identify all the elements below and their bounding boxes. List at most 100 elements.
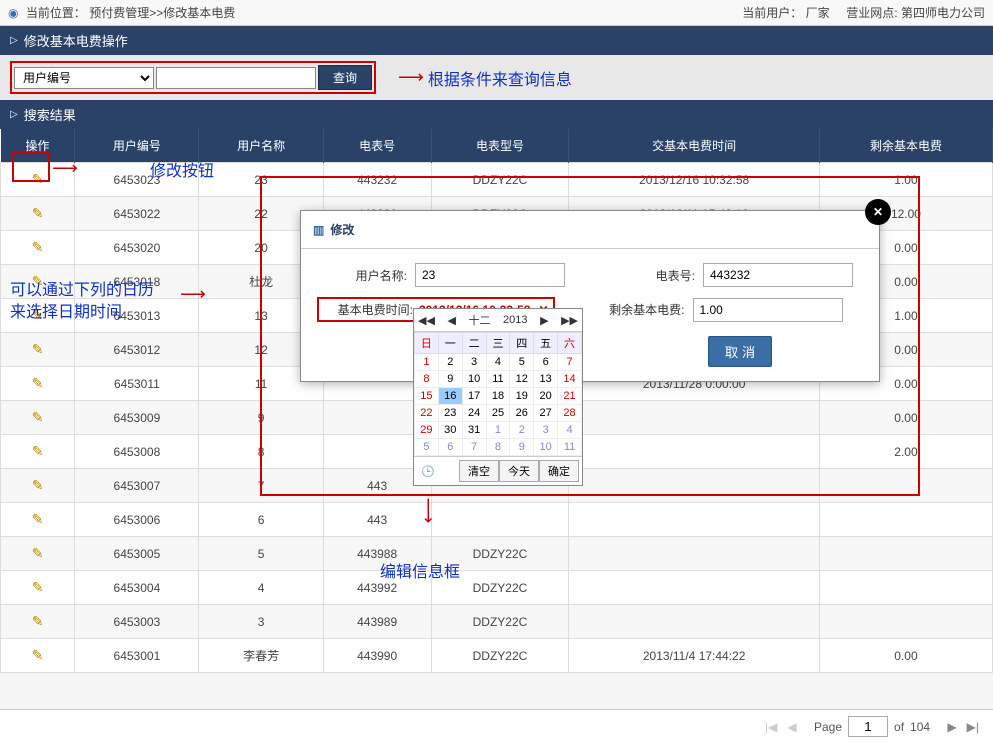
calendar-day[interactable]: 30 <box>438 422 462 439</box>
calendar-day[interactable]: 8 <box>415 371 439 388</box>
calendar-day[interactable]: 13 <box>534 371 558 388</box>
calendar-day[interactable]: 3 <box>534 422 558 439</box>
calendar-day[interactable]: 15 <box>415 388 439 405</box>
search-input[interactable] <box>156 67 316 89</box>
calendar-day[interactable]: 7 <box>558 354 582 371</box>
username-input[interactable] <box>415 263 565 287</box>
weekday-header: 五 <box>534 333 558 354</box>
column-header: 操作 <box>1 129 75 163</box>
calendar-day[interactable]: 2 <box>438 354 462 371</box>
edit-icon[interactable]: ✎ <box>32 545 44 561</box>
calendar-day[interactable]: 31 <box>462 422 486 439</box>
calendar-day[interactable]: 19 <box>510 388 534 405</box>
calendar-day[interactable]: 6 <box>534 354 558 371</box>
cancel-button[interactable]: 取 消 <box>708 336 772 367</box>
query-hint-annotation: 根据条件来查询信息 <box>428 66 572 90</box>
query-button[interactable]: 查询 <box>318 65 372 90</box>
page-input[interactable] <box>848 716 888 737</box>
calendar-day[interactable]: 11 <box>486 371 510 388</box>
calendar-day[interactable]: 7 <box>462 439 486 456</box>
calendar-month[interactable]: 十二 <box>468 312 490 328</box>
calendar-day[interactable]: 23 <box>438 405 462 422</box>
results-panel-title: 搜索结果 <box>24 105 76 124</box>
calendar-clear-button[interactable]: 清空 <box>459 460 499 482</box>
next-page-button[interactable]: ▶ <box>945 720 958 734</box>
edit-icon[interactable]: ✎ <box>32 443 44 459</box>
cell-meter: 443990 <box>323 639 431 673</box>
prev-year-button[interactable]: ◀◀ <box>418 314 435 327</box>
calendar-year[interactable]: 2013 <box>503 314 527 326</box>
edit-icon[interactable]: ✎ <box>32 409 44 425</box>
collapse-icon[interactable]: ▷ <box>10 35 18 46</box>
calendar-day[interactable]: 20 <box>534 388 558 405</box>
calendar-day[interactable]: 5 <box>510 354 534 371</box>
edit-icon[interactable]: ✎ <box>32 375 44 391</box>
calendar-day[interactable]: 9 <box>510 439 534 456</box>
calendar-day[interactable]: 27 <box>534 405 558 422</box>
next-year-button[interactable]: ▶▶ <box>561 314 578 327</box>
cell-bal <box>819 503 992 537</box>
calendar-day[interactable]: 8 <box>486 439 510 456</box>
calendar-today-button[interactable]: 今天 <box>499 460 539 482</box>
calendar-day[interactable]: 26 <box>510 405 534 422</box>
first-page-button[interactable]: |◀ <box>763 720 779 734</box>
cell-bal: 0.00 <box>819 639 992 673</box>
calendar-day[interactable]: 18 <box>486 388 510 405</box>
cell-time <box>569 571 820 605</box>
calendar-day[interactable]: 25 <box>486 405 510 422</box>
edit-icon[interactable]: ✎ <box>32 273 44 289</box>
calendar-day[interactable]: 3 <box>462 354 486 371</box>
column-header: 交基本电费时间 <box>569 129 820 163</box>
next-month-button[interactable]: ▶ <box>540 314 548 327</box>
calendar-day[interactable]: 2 <box>510 422 534 439</box>
calendar-day[interactable]: 16 <box>438 388 462 405</box>
top-bar: ◉ 当前位置： 预付费管理>>修改基本电费 当前用户： 厂家 营业网点: 第四师… <box>0 0 993 26</box>
calendar-day[interactable]: 12 <box>510 371 534 388</box>
edit-icon[interactable]: ✎ <box>32 205 44 221</box>
edit-icon[interactable]: ✎ <box>32 171 44 187</box>
calendar-day[interactable]: 6 <box>438 439 462 456</box>
clock-icon[interactable]: 🕒 <box>421 465 435 478</box>
edit-icon[interactable]: ✎ <box>32 613 44 629</box>
book-icon: ▥ <box>313 223 324 237</box>
calendar-day[interactable]: 28 <box>558 405 582 422</box>
arrow-icon: ⟶ <box>398 67 424 88</box>
edit-icon[interactable]: ✎ <box>32 307 44 323</box>
prev-page-button[interactable]: ◀ <box>785 720 798 734</box>
prev-month-button[interactable]: ◀ <box>447 314 455 327</box>
weekday-header: 二 <box>462 333 486 354</box>
edit-icon[interactable]: ✎ <box>32 511 44 527</box>
calendar-day[interactable]: 1 <box>415 354 439 371</box>
calendar-day[interactable]: 29 <box>415 422 439 439</box>
meter-label: 电表号: <box>605 267 695 284</box>
calendar-day[interactable]: 4 <box>486 354 510 371</box>
calendar-day[interactable]: 4 <box>558 422 582 439</box>
cell-name: 5 <box>199 537 323 571</box>
calendar-day[interactable]: 5 <box>415 439 439 456</box>
calendar-day[interactable]: 10 <box>462 371 486 388</box>
balance-input[interactable] <box>693 298 843 322</box>
of-label: of <box>894 720 904 734</box>
calendar-day[interactable]: 10 <box>534 439 558 456</box>
table-row: ✎645302323443232DDZY22C2013/12/16 10:32:… <box>1 163 993 197</box>
edit-icon[interactable]: ✎ <box>32 477 44 493</box>
search-field-select[interactable]: 用户编号 <box>14 67 154 89</box>
edit-icon[interactable]: ✎ <box>32 647 44 663</box>
calendar-day[interactable]: 17 <box>462 388 486 405</box>
edit-icon[interactable]: ✎ <box>32 579 44 595</box>
meter-input[interactable] <box>703 263 853 287</box>
dialog-close-button[interactable]: ✕ <box>865 199 891 225</box>
calendar-day[interactable]: 11 <box>558 439 582 456</box>
last-page-button[interactable]: ▶| <box>965 720 981 734</box>
calendar-day[interactable]: 1 <box>486 422 510 439</box>
calendar-day[interactable]: 24 <box>462 405 486 422</box>
calendar-day[interactable]: 21 <box>558 388 582 405</box>
collapse-icon[interactable]: ▷ <box>10 109 18 120</box>
edit-icon[interactable]: ✎ <box>32 341 44 357</box>
calendar-ok-button[interactable]: 确定 <box>539 460 579 482</box>
calendar-day[interactable]: 9 <box>438 371 462 388</box>
edit-icon[interactable]: ✎ <box>32 239 44 255</box>
calendar-day[interactable]: 14 <box>558 371 582 388</box>
calendar-day[interactable]: 22 <box>415 405 439 422</box>
cell-id: 6453008 <box>75 435 199 469</box>
